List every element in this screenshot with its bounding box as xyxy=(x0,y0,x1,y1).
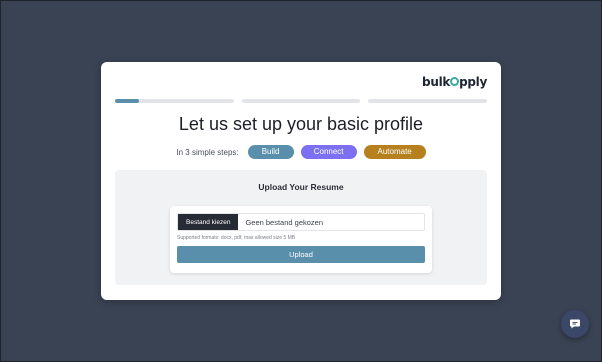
steps-label: In 3 simple steps: xyxy=(176,147,239,157)
step-automate-pill[interactable]: Automate xyxy=(363,145,426,159)
chat-launcher-button[interactable] xyxy=(561,310,589,338)
file-input[interactable]: Bestand kiezen Geen bestand gekozen xyxy=(177,213,425,231)
step-connect-pill[interactable]: Connect xyxy=(300,145,357,159)
resume-panel: Upload Your Resume Bestand kiezen Geen b… xyxy=(115,170,487,285)
progress-step-3 xyxy=(368,99,488,103)
chat-bubble-icon xyxy=(570,319,580,329)
file-format-hint: Supported formats: docx, pdf, max allowe… xyxy=(177,235,296,241)
choose-file-button[interactable]: Bestand kiezen xyxy=(178,214,239,230)
file-status-text: Geen bestand gekozen xyxy=(245,217,324,227)
steps-row: In 3 simple steps: Build Connect Automat… xyxy=(101,145,501,159)
progress-step-1 xyxy=(115,99,234,103)
progress-fill xyxy=(115,99,139,103)
logo-text-right: pply xyxy=(459,75,487,89)
profile-setup-card: bulk pply Let us set up your basic profi… xyxy=(101,62,501,300)
bulkapply-logo: bulk pply xyxy=(422,75,487,89)
progress-step-2 xyxy=(241,99,361,103)
resume-panel-title: Upload Your Resume xyxy=(258,182,344,192)
step-build-pill[interactable]: Build xyxy=(247,145,294,159)
upload-box: Bestand kiezen Geen bestand gekozen Supp… xyxy=(170,206,432,273)
upload-button[interactable]: Upload xyxy=(177,246,425,263)
logo-text-left: bulk xyxy=(422,75,451,89)
progress-bar xyxy=(115,99,488,103)
page-title: Let us set up your basic profile xyxy=(178,114,424,134)
logo-mark-icon xyxy=(450,77,460,86)
